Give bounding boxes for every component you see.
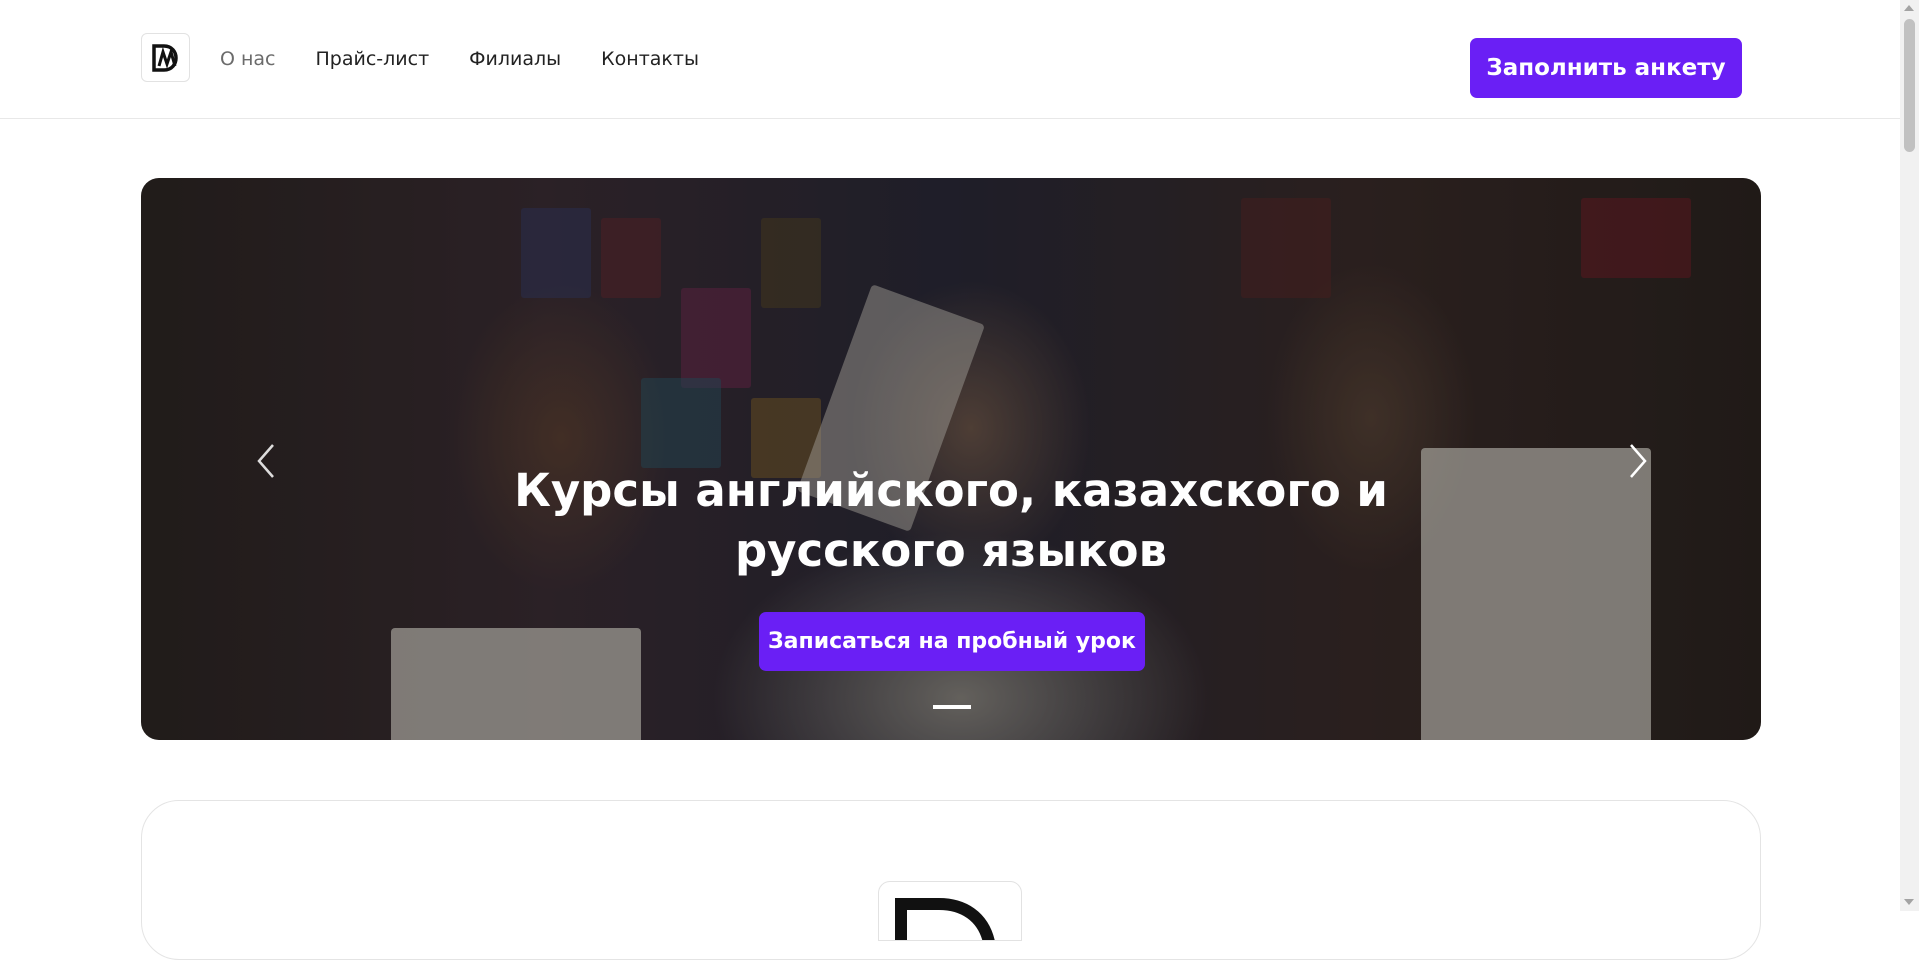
hero-carousel: Курсы английского, казахского и русского… [141, 178, 1761, 740]
carousel-indicator-1[interactable] [933, 705, 971, 709]
carousel-prev-button[interactable] [246, 436, 286, 486]
page-scrollbar[interactable] [1900, 0, 1919, 911]
trial-lesson-button[interactable]: Записаться на пробный урок [759, 612, 1145, 671]
scroll-up-arrow-icon[interactable] [1904, 5, 1914, 11]
hero-title: Курсы английского, казахского и русского… [514, 464, 1388, 577]
scroll-down-arrow-icon[interactable] [1904, 899, 1914, 905]
nav-item-about[interactable]: О нас [220, 46, 276, 72]
scrollbar-thumb[interactable] [1904, 19, 1915, 152]
nav-item-contacts[interactable]: Контакты [601, 46, 699, 72]
nav-item-branches[interactable]: Филиалы [469, 46, 561, 72]
brand-logo-icon [151, 43, 178, 72]
about-logo [878, 881, 1022, 941]
nav-item-price-list[interactable]: Прайс-лист [316, 46, 430, 72]
carousel-next-button[interactable] [1618, 436, 1658, 486]
site-header: О нас Прайс-лист Филиалы Контакты Заполн… [0, 0, 1900, 119]
chevron-left-icon [257, 444, 274, 478]
chevron-right-icon [1630, 444, 1647, 478]
logo-link[interactable] [141, 33, 190, 82]
fill-form-button[interactable]: Заполнить анкету [1470, 38, 1742, 98]
brand-logo-icon [895, 898, 995, 940]
main-nav: О нас Прайс-лист Филиалы Контакты [220, 46, 739, 72]
